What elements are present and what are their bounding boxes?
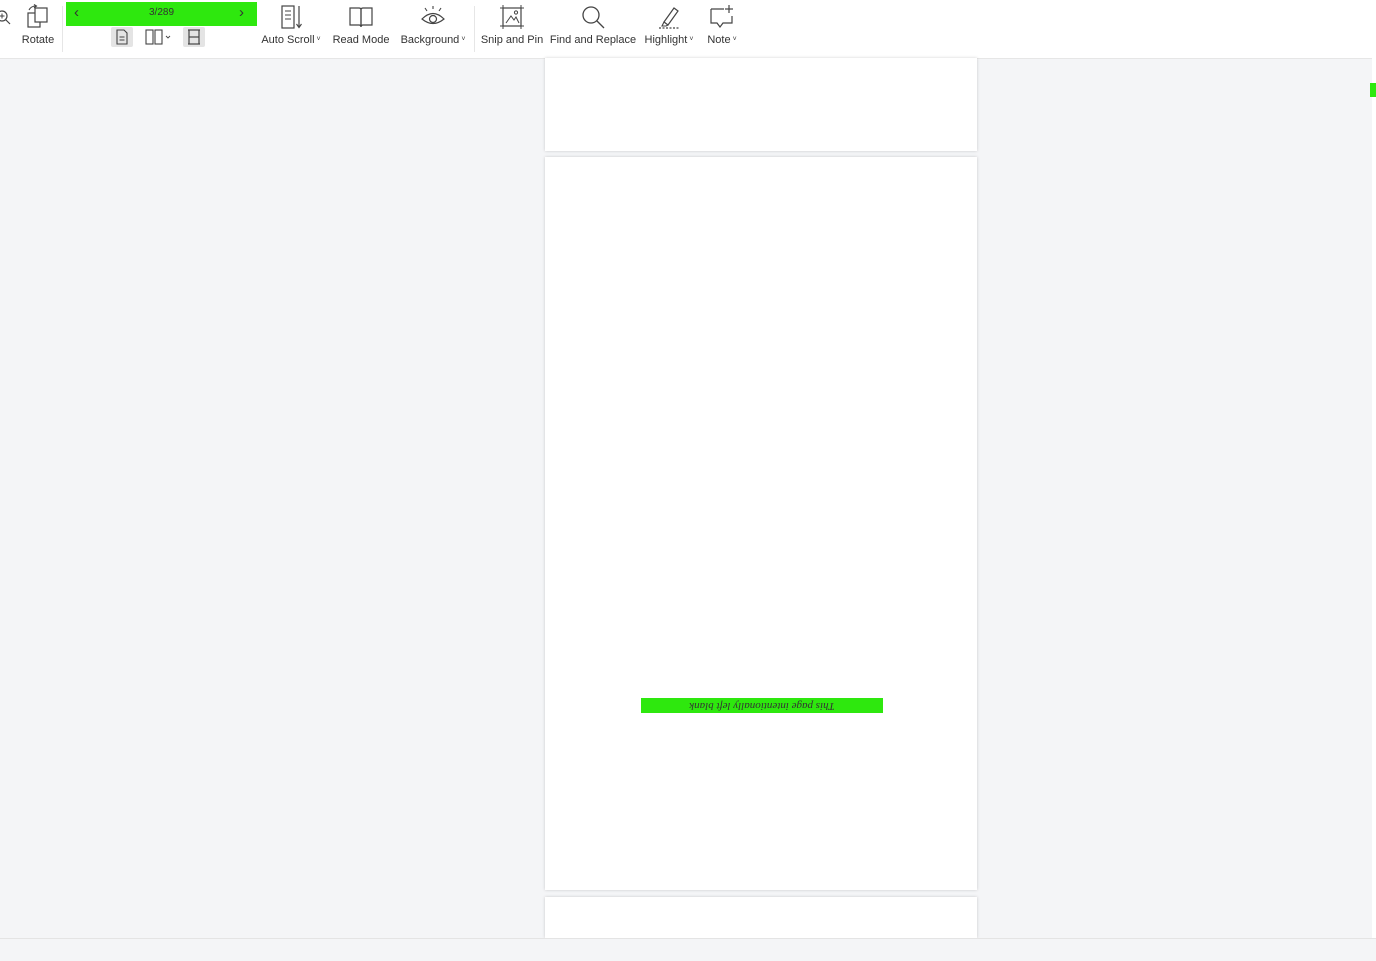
toolbar: Rotate ‹ 3/289 › Auto Scroll ˅ Read Mode… xyxy=(0,0,1376,59)
background-button[interactable]: Background ˅ xyxy=(399,0,467,58)
auto-scroll-icon xyxy=(281,5,302,29)
background-label: Background xyxy=(400,34,460,46)
rotate-label: Rotate xyxy=(21,34,55,46)
document-page-current xyxy=(545,157,977,890)
chevron-down-icon: ˅ xyxy=(689,36,694,43)
status-bar xyxy=(0,938,1376,961)
two-page-view-button[interactable] xyxy=(143,27,173,47)
blank-page-note: This page intentionally left blank xyxy=(641,698,883,713)
continuous-scroll-button[interactable] xyxy=(183,27,205,47)
highlighter-icon xyxy=(659,7,680,29)
chevron-down-icon: ˅ xyxy=(316,36,321,43)
find-and-replace-button[interactable]: Find and Replace xyxy=(550,0,636,58)
chevron-down-icon: ˅ xyxy=(732,36,737,43)
rotate-icon xyxy=(27,4,48,28)
rotate-button[interactable]: Rotate xyxy=(18,0,58,58)
search-icon xyxy=(582,6,605,29)
next-page-button[interactable]: › xyxy=(239,4,244,22)
snip-icon xyxy=(500,5,524,29)
note-button[interactable]: Note ˅ xyxy=(703,0,741,58)
read-mode-button[interactable]: Read Mode xyxy=(331,0,391,58)
highlight-label: Highlight xyxy=(644,34,688,46)
page-indicator[interactable]: 3/289 xyxy=(66,7,257,18)
toolbar-divider xyxy=(62,6,63,52)
book-icon xyxy=(349,7,373,28)
document-page-next xyxy=(545,897,977,938)
document-page-previous xyxy=(545,58,977,151)
add-note-icon xyxy=(710,5,733,28)
auto-scroll-label: Auto Scroll xyxy=(261,34,315,46)
single-page-icon xyxy=(116,29,128,45)
toolbar-divider xyxy=(474,6,475,52)
find-and-replace-label: Find and Replace xyxy=(549,34,637,46)
two-page-icon xyxy=(145,29,171,45)
vertical-scrollbar[interactable] xyxy=(1372,58,1376,938)
zoom-in-button[interactable] xyxy=(0,0,12,58)
chevron-down-icon: ˅ xyxy=(461,36,466,43)
single-page-view-button[interactable] xyxy=(111,27,133,47)
scrollbar-thumb[interactable] xyxy=(1370,83,1376,97)
continuous-scroll-icon xyxy=(188,29,200,45)
page-navigator: ‹ 3/289 › xyxy=(66,2,257,26)
auto-scroll-button[interactable]: Auto Scroll ˅ xyxy=(260,0,322,58)
snip-and-pin-button[interactable]: Snip and Pin xyxy=(481,0,543,58)
snip-and-pin-label: Snip and Pin xyxy=(480,34,544,46)
note-label: Note xyxy=(707,34,731,46)
eye-icon xyxy=(421,6,445,25)
read-mode-label: Read Mode xyxy=(332,34,390,46)
zoom-in-icon xyxy=(0,10,11,25)
highlight-button[interactable]: Highlight ˅ xyxy=(642,0,696,58)
